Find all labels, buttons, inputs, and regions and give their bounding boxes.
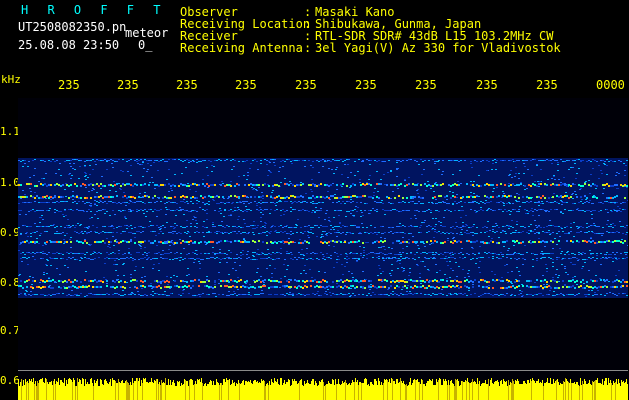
antenna-value: 3el Yagi(V) Az 330 for Vladivostok — [315, 41, 561, 55]
y-tick: 0.9 — [0, 226, 20, 239]
y-tick: 1.0 — [0, 176, 20, 189]
y-tick: 0.6 — [0, 374, 20, 387]
y-tick: 0.7 — [0, 324, 20, 337]
time-tick: 235 — [295, 78, 317, 92]
y-tick: 0.8 — [0, 276, 20, 289]
file-name: UT2508082350.pn — [18, 20, 127, 34]
spectrogram-plot — [18, 98, 628, 400]
y-tick: 1.1 — [0, 125, 20, 138]
baseline — [18, 370, 628, 371]
date-time: 25.08.08 23:50 — [18, 38, 120, 52]
time-tick: 235 — [176, 78, 198, 92]
time-tick: 0000 — [596, 78, 625, 92]
time-tick: 235 — [235, 78, 257, 92]
time-tick: 235 — [536, 78, 558, 92]
time-tick: 235 — [117, 78, 139, 92]
time-tick: 235 — [58, 78, 80, 92]
time-axis: 235 235 235 235 235 235 235 235 235 0000 — [0, 78, 629, 96]
antenna-sep: : — [304, 41, 312, 55]
time-tick: 235 — [415, 78, 437, 92]
station-logo: H R O F F T — [21, 3, 167, 17]
antenna-label: Receiving Antenna — [180, 41, 303, 55]
spectrogram-image — [18, 98, 628, 400]
time-tick: 235 — [476, 78, 498, 92]
spectrogram-header: H R O F F T UT2508082350.pn meteor 25.08… — [0, 0, 629, 72]
time-tick: 235 — [355, 78, 377, 92]
event-count: 0_ — [138, 38, 153, 52]
